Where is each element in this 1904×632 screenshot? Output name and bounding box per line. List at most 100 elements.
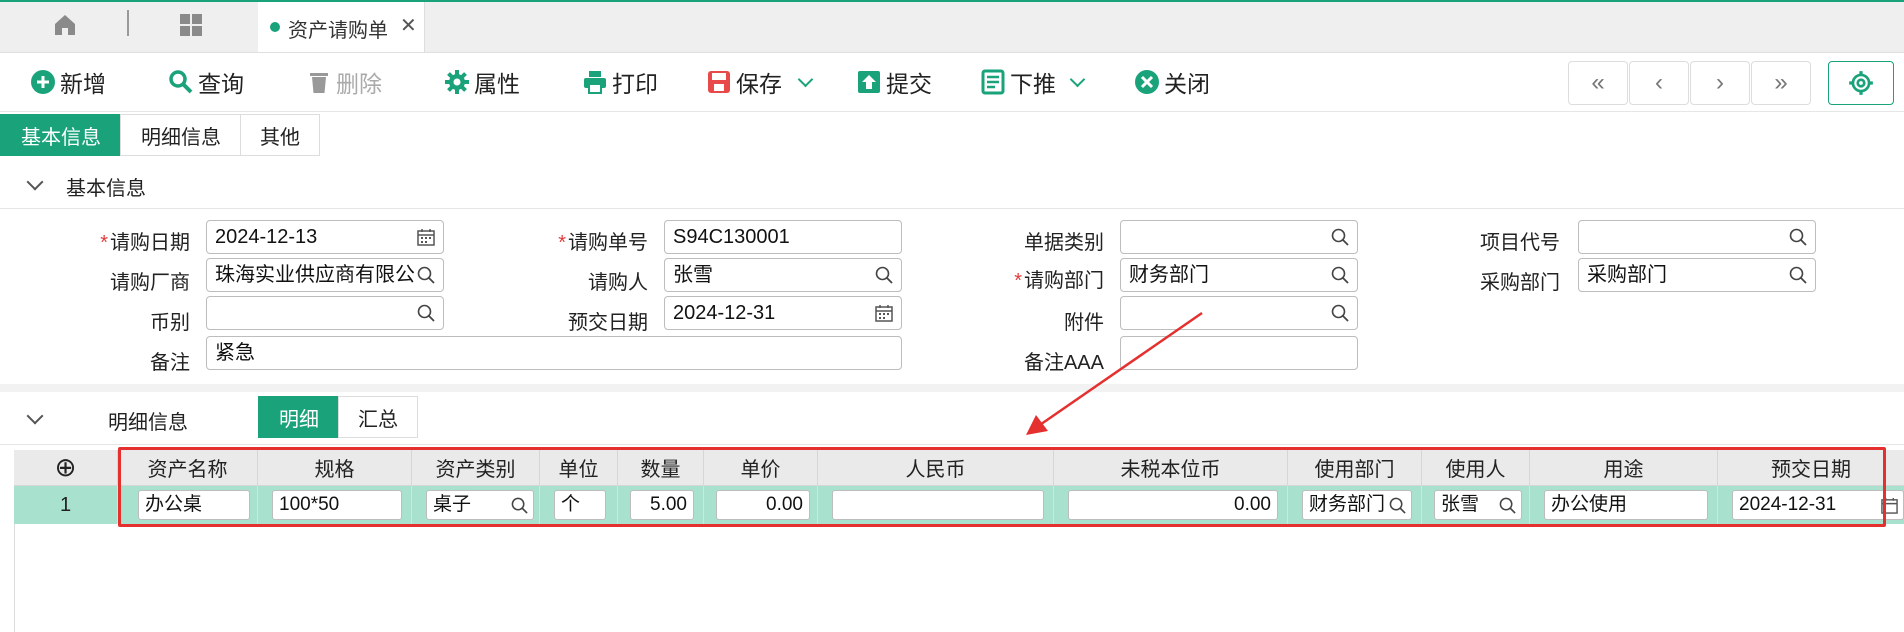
basic-info-title: 基本信息	[66, 178, 146, 200]
collapse-chevron-icon[interactable]	[26, 173, 44, 191]
search-icon[interactable]	[1789, 259, 1807, 291]
purchase-dept-field[interactable]: 采购部门	[1578, 258, 1816, 292]
calendar-icon[interactable]	[875, 297, 893, 329]
tab-other-label: 其他	[260, 126, 300, 149]
purchase-dept-value: 采购部门	[1587, 264, 1667, 286]
delivery-date-label: 预交日期	[568, 312, 648, 334]
vendor-field[interactable]: 珠海实业供应商有限公	[206, 258, 444, 292]
tab-other[interactable]: 其他	[240, 114, 320, 156]
toggle-detail[interactable]: 明细	[258, 396, 340, 438]
request-no-field[interactable]: S94C130001	[664, 220, 902, 254]
gear-icon	[444, 69, 470, 95]
project-code-field[interactable]	[1578, 220, 1816, 254]
add-row-header[interactable]: ⊕	[14, 450, 118, 486]
calendar-icon[interactable]	[417, 221, 435, 253]
search-icon[interactable]	[1331, 297, 1349, 329]
close-button[interactable]: 关闭	[1134, 67, 1210, 97]
add-row-icon[interactable]: ⊕	[55, 452, 77, 483]
annotation-arrow	[1026, 311, 1203, 435]
requester-field[interactable]: 张雪	[664, 258, 902, 292]
next-record-button[interactable]: ›	[1690, 61, 1750, 105]
save-label: 保存	[736, 71, 782, 97]
submit-button[interactable]: 提交	[856, 67, 932, 97]
chevron-down-icon[interactable]	[1069, 71, 1086, 87]
request-date-value: 2024-12-13	[215, 226, 318, 248]
annotation-highlight-box	[118, 447, 1886, 527]
request-date-label: * 请购日期	[100, 232, 190, 254]
row-number: 1	[14, 486, 118, 524]
settings-button[interactable]	[1828, 61, 1894, 105]
toggle-summary-label: 汇总	[358, 408, 398, 431]
last-icon: »	[1774, 69, 1788, 96]
grid-icon[interactable]	[178, 12, 204, 44]
prev-record-button[interactable]: ‹	[1629, 61, 1689, 105]
tab-basic-info-label: 基本信息	[21, 126, 101, 149]
project-code-label: 项目代号	[1480, 232, 1560, 254]
basic-info-header[interactable]: 基本信息	[0, 162, 1904, 209]
tab-bar: 资产请购单 ✕	[0, 0, 1904, 53]
first-record-button[interactable]: «	[1568, 61, 1628, 105]
remark-field[interactable]: 紧急	[206, 336, 902, 370]
properties-button[interactable]: 属性	[444, 67, 520, 97]
request-no-label: * 请购单号	[558, 232, 648, 254]
search-icon	[168, 69, 194, 95]
collapse-chevron-icon[interactable]	[26, 407, 44, 425]
request-dept-field[interactable]: 财务部门	[1120, 258, 1358, 292]
toolbar: 新增 查询 删除 属性 打印 保存 提交 下推 关闭 « ‹ › »	[0, 53, 1904, 112]
tab-basic-info[interactable]: 基本信息	[0, 114, 122, 156]
document-list-icon	[980, 69, 1006, 95]
settings-gear-icon	[1847, 69, 1875, 103]
vendor-value: 珠海实业供应商有限公	[215, 264, 415, 286]
add-button[interactable]: 新增	[30, 67, 106, 97]
push-down-button[interactable]: 下推	[980, 67, 1086, 97]
toggle-summary[interactable]: 汇总	[338, 396, 418, 438]
home-icon[interactable]	[52, 12, 78, 44]
search-icon[interactable]	[1789, 221, 1807, 253]
active-dot-icon	[270, 22, 280, 32]
query-label: 查询	[198, 71, 244, 97]
delete-button[interactable]: 删除	[306, 67, 382, 97]
next-icon: ›	[1716, 69, 1724, 96]
print-label: 打印	[612, 71, 658, 97]
search-icon[interactable]	[875, 259, 893, 291]
delete-label: 删除	[336, 71, 382, 97]
request-dept-label: * 请购部门	[1014, 270, 1104, 292]
printer-icon	[582, 69, 608, 95]
section-divider	[0, 384, 1904, 392]
search-icon[interactable]	[1331, 259, 1349, 291]
request-date-field[interactable]: 2024-12-13	[206, 220, 444, 254]
detail-info-title: 明细信息	[108, 412, 188, 434]
search-icon[interactable]	[417, 259, 435, 291]
remark-value: 紧急	[215, 342, 255, 364]
first-icon: «	[1591, 69, 1605, 96]
currency-field[interactable]	[206, 296, 444, 330]
doc-type-field[interactable]	[1120, 220, 1358, 254]
search-icon[interactable]	[417, 297, 435, 329]
tab-detail-info[interactable]: 明细信息	[120, 114, 242, 156]
push-down-label: 下推	[1010, 71, 1056, 97]
close-label: 关闭	[1164, 71, 1210, 97]
chevron-down-icon[interactable]	[797, 71, 814, 87]
trash-icon	[306, 69, 332, 95]
prev-icon: ‹	[1655, 69, 1663, 96]
doc-type-label: 单据类别	[1024, 232, 1104, 254]
save-button[interactable]: 保存	[706, 67, 814, 97]
properties-label: 属性	[474, 71, 520, 97]
submit-label: 提交	[886, 71, 932, 97]
plus-circle-icon	[30, 69, 56, 95]
request-dept-value: 财务部门	[1129, 264, 1209, 286]
requester-value: 张雪	[673, 264, 713, 286]
upload-icon	[856, 69, 882, 95]
print-button[interactable]: 打印	[582, 67, 658, 97]
query-button[interactable]: 查询	[168, 67, 244, 97]
last-record-button[interactable]: »	[1751, 61, 1811, 105]
document-tab-title: 资产请购单	[288, 20, 388, 42]
requester-label: 请购人	[588, 272, 648, 294]
close-tab-icon[interactable]: ✕	[400, 13, 417, 38]
delivery-date-value: 2024-12-31	[673, 302, 776, 324]
search-icon[interactable]	[1331, 221, 1349, 253]
save-icon	[706, 69, 732, 95]
close-circle-icon	[1134, 69, 1160, 95]
document-tab[interactable]: 资产请购单 ✕	[258, 2, 425, 52]
delivery-date-field[interactable]: 2024-12-31	[664, 296, 902, 330]
